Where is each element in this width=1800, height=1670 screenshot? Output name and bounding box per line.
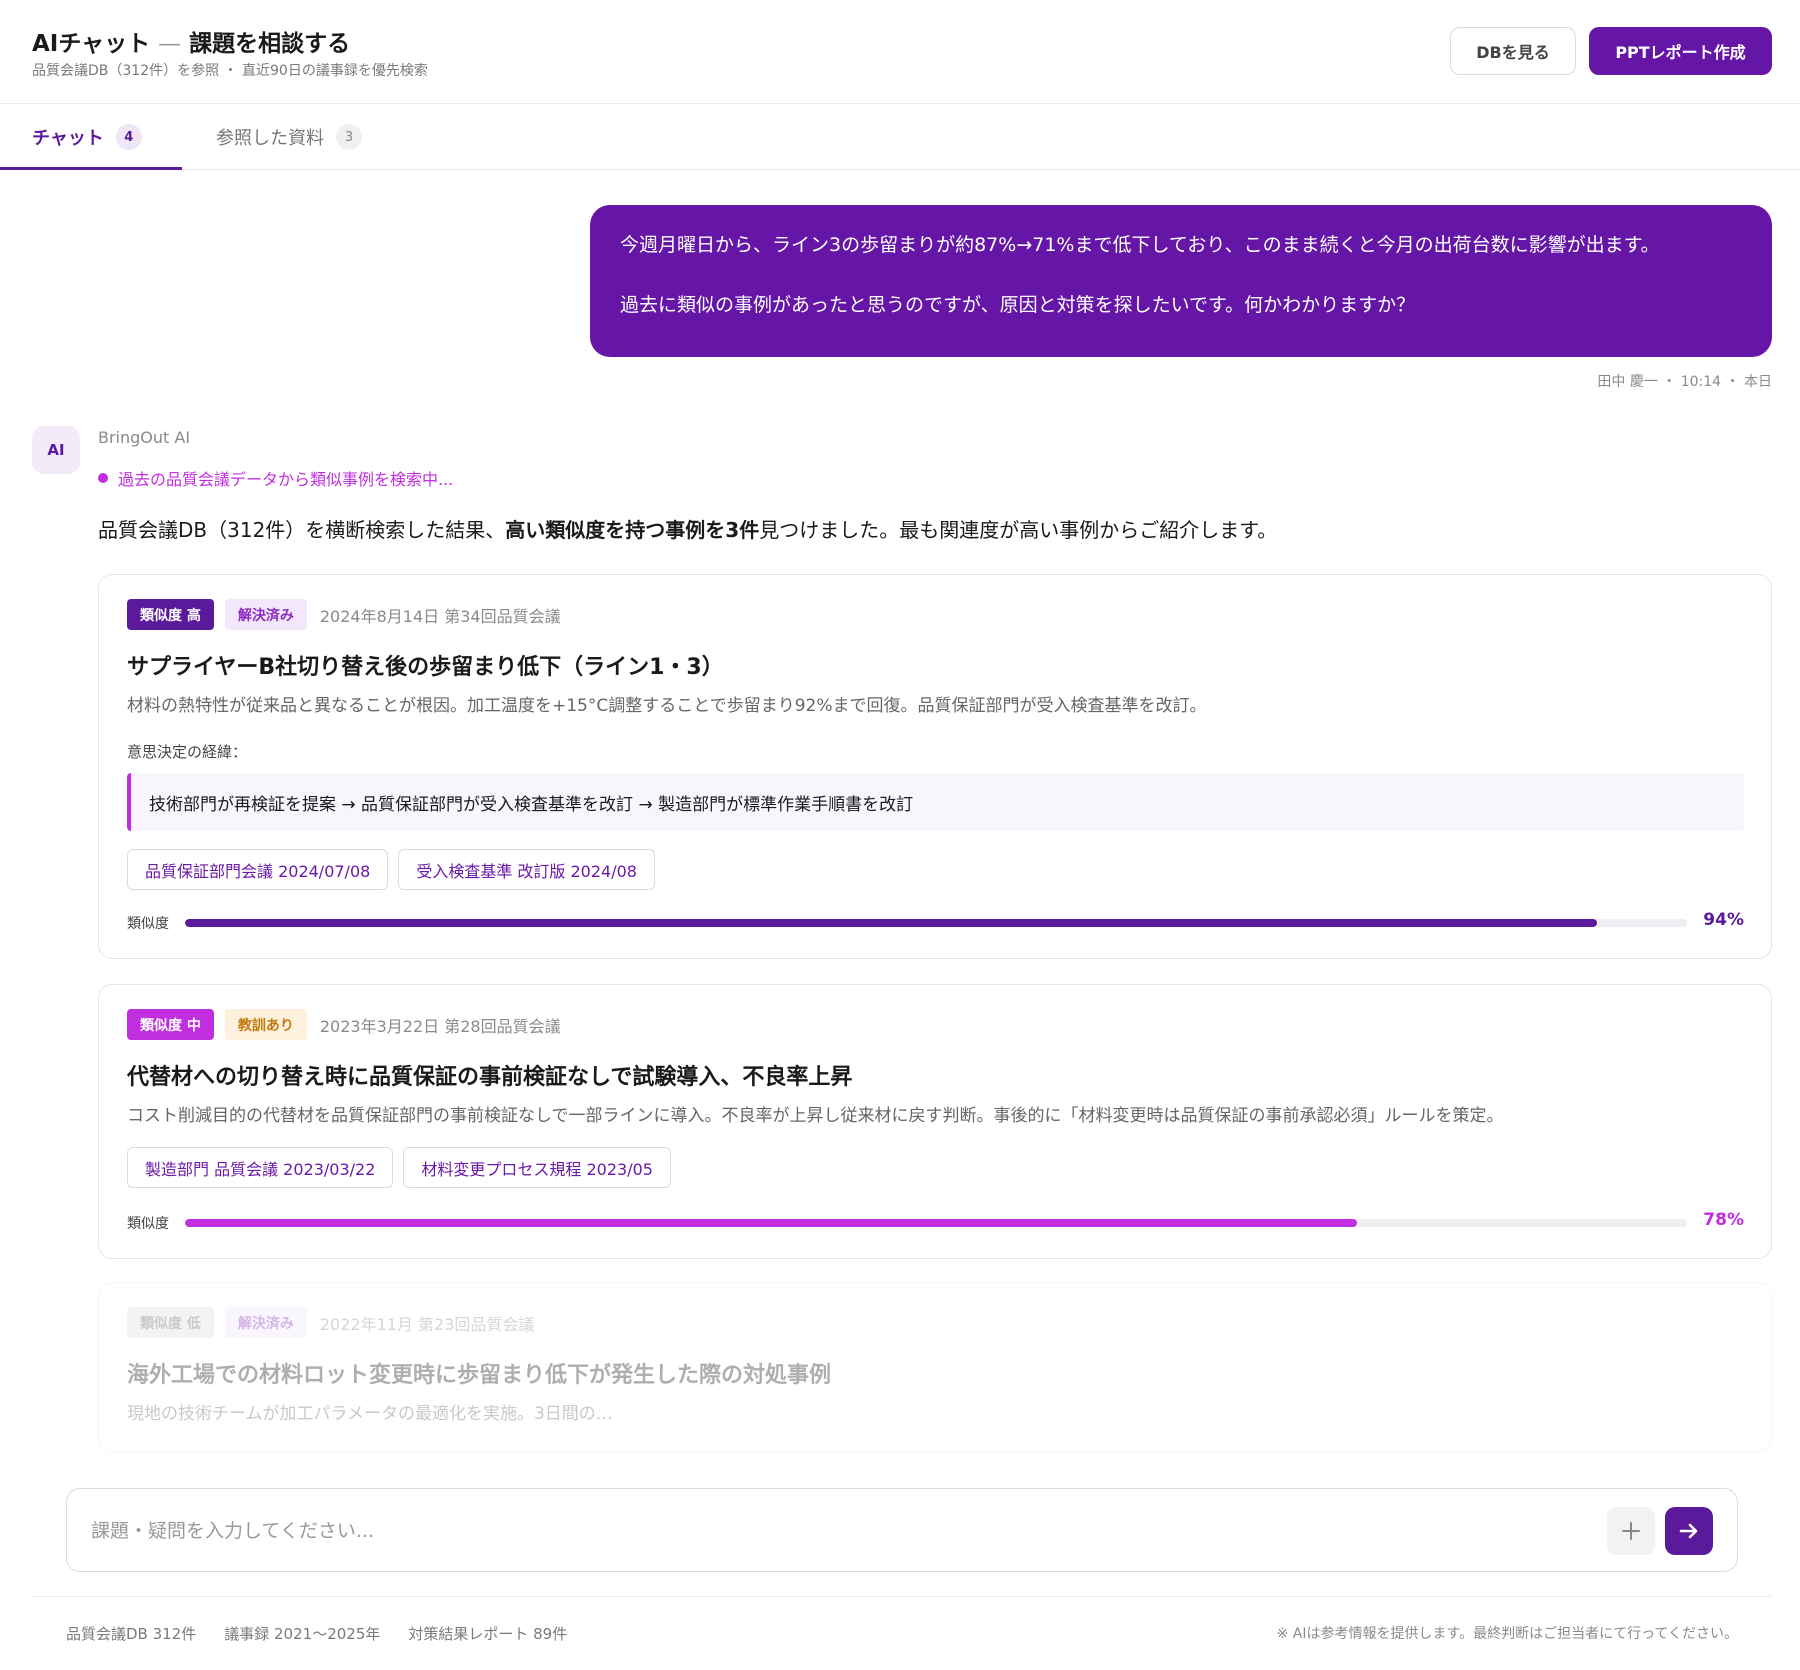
- source-chips: 製造部門 品質会議 2023/03/22 材料変更プロセス規程 2023/05: [127, 1147, 681, 1188]
- similarity-value: 78%: [1703, 1210, 1744, 1230]
- source-chips: 品質保証部門会議 2024/07/08 受入検査基準 改訂版 2024/08: [127, 849, 665, 890]
- footer-stats: 品質会議DB 312件 議事録 2021〜2025年 対策結果レポート 89件: [66, 1623, 595, 1644]
- footer-stat-db: 品質会議DB 312件: [66, 1625, 197, 1643]
- page-subtitle: 品質会議DB（312件）を参照 ・ 直近90日の議事録を優先検索: [32, 63, 428, 79]
- status-badge: 教訓あり: [224, 1009, 307, 1040]
- similarity-label: 類似度: [127, 916, 169, 932]
- case-badges: 類似度 低 解決済み 2022年11月 第23回品質会議: [127, 1307, 534, 1338]
- case-card[interactable]: 類似度 低 解決済み 2022年11月 第23回品質会議 海外工場での材料ロット…: [98, 1282, 1772, 1452]
- similarity-label: 類似度: [127, 1216, 169, 1232]
- similarity-row: 類似度 94%: [127, 910, 1744, 933]
- similarity-bar: [185, 919, 1687, 927]
- user-message-line: 今週月曜日から、ライン3の歩留まりが約87%→71%まで低下しており、このまま続…: [620, 234, 1660, 256]
- case-date: 2023年3月22日 第28回品質会議: [319, 1016, 561, 1036]
- similarity-badge: 類似度 中: [127, 1009, 214, 1040]
- status-dot-icon: [98, 473, 108, 483]
- source-chip[interactable]: 品質保証部門会議 2024/07/08: [127, 849, 389, 890]
- case-badges: 類似度 高 解決済み 2024年8月14日 第34回品質会議: [127, 599, 561, 630]
- ai-status: 過去の品質会議データから類似事例を検索中...: [98, 466, 453, 490]
- decision-label: 意思決定の経緯：: [127, 743, 248, 761]
- send-button[interactable]: [1665, 1507, 1713, 1555]
- case-badges: 類似度 中 教訓あり 2023年3月22日 第28回品質会議: [127, 1009, 561, 1040]
- title-main: AIチャット: [32, 31, 151, 57]
- user-message-bubble: 今週月曜日から、ライン3の歩留まりが約87%→71%まで低下しており、このまま続…: [590, 205, 1772, 357]
- footer-stat-minutes: 議事録 2021〜2025年: [224, 1625, 381, 1643]
- decision-flow: 技術部門が再検証を提案 → 品質保証部門が受入検査基準を改訂 → 製造部門が標準…: [127, 773, 1744, 831]
- plus-icon: [1622, 1522, 1640, 1540]
- tab-chat-label: チャット: [32, 128, 104, 149]
- page-title: AIチャット — 課題を相談する: [32, 24, 350, 58]
- tab-references-label: 参照した資料: [216, 128, 324, 149]
- footer-disclaimer: ※ AIは参考情報を提供します。最終判断はご担当者にて行ってください。: [1276, 1626, 1738, 1642]
- similarity-bar: [185, 1219, 1687, 1227]
- tab-references[interactable]: 参照した資料 3: [216, 104, 362, 170]
- similarity-bar-fill: [185, 919, 1597, 927]
- tab-chat-count: 4: [115, 124, 142, 150]
- case-title: 海外工場での材料ロット変更時に歩留まり低下が発生した際の対処事例: [127, 1363, 832, 1388]
- similarity-value: 94%: [1703, 910, 1744, 930]
- source-chip[interactable]: 製造部門 品質会議 2023/03/22: [127, 1147, 394, 1188]
- title-sub: 課題を相談する: [189, 31, 351, 57]
- case-description: 現地の技術チームが加工パラメータの最適化を実施。3日間の…: [127, 1404, 613, 1424]
- status-badge: 解決済み: [224, 599, 307, 630]
- case-description: 材料の熱特性が従来品と異なることが根因。加工温度を+15°C調整することで歩留ま…: [127, 696, 1207, 716]
- footer-stat-reports: 対策結果レポート 89件: [408, 1625, 568, 1643]
- title-separator: —: [158, 31, 182, 57]
- ai-name: BringOut AI: [98, 428, 191, 447]
- arrow-right-icon: [1679, 1523, 1698, 1539]
- active-tab-indicator: [0, 167, 182, 170]
- ai-intro-bold: 高い類似度を持つ事例を3件: [505, 518, 760, 542]
- user-message-meta: 田中 慶一 ・ 10:14 ・ 本日: [1597, 374, 1772, 390]
- chat-input-box: [66, 1488, 1738, 1572]
- similarity-badge: 類似度 高: [127, 599, 214, 630]
- source-chip[interactable]: 材料変更プロセス規程 2023/05: [403, 1147, 671, 1188]
- case-card[interactable]: 類似度 高 解決済み 2024年8月14日 第34回品質会議 サプライヤーB社切…: [98, 574, 1772, 959]
- tab-chat[interactable]: チャット 4: [32, 104, 142, 170]
- case-title: 代替材への切り替え時に品質保証の事前検証なしで試験導入、不良率上昇: [127, 1065, 853, 1090]
- case-description: コスト削減目的の代替材を品質保証部門の事前検証なしで一部ラインに導入。不良率が上…: [127, 1106, 1504, 1126]
- status-badge: 解決済み: [224, 1307, 307, 1338]
- ai-avatar: AI: [32, 426, 80, 474]
- case-card[interactable]: 類似度 中 教訓あり 2023年3月22日 第28回品質会議 代替材への切り替え…: [98, 984, 1772, 1259]
- source-chip[interactable]: 受入検査基準 改訂版 2024/08: [398, 849, 655, 890]
- case-date: 2022年11月 第23回品質会議: [319, 1314, 535, 1334]
- similarity-badge: 類似度 低: [127, 1307, 214, 1338]
- case-date: 2024年8月14日 第34回品質会議: [319, 606, 561, 626]
- ai-status-text: 過去の品質会議データから類似事例を検索中...: [118, 470, 454, 489]
- ai-intro-text: 品質会議DB（312件）を横断検索した結果、高い類似度を持つ事例を3件見つけまし…: [98, 514, 1277, 543]
- create-ppt-report-button[interactable]: PPTレポート作成: [1589, 27, 1772, 75]
- similarity-row: 類似度 78%: [127, 1210, 1744, 1233]
- attach-button[interactable]: [1607, 1507, 1655, 1555]
- ai-intro-post: 見つけました。最も関連度が高い事例からご紹介します。: [759, 518, 1278, 542]
- case-title: サプライヤーB社切り替え後の歩留まり低下（ライン1・3）: [127, 655, 724, 680]
- header: AIチャット — 課題を相談する 品質会議DB（312件）を参照 ・ 直近90日の議…: [0, 0, 1800, 104]
- chat-input[interactable]: [91, 1511, 1591, 1551]
- view-db-button[interactable]: DBを見る: [1450, 27, 1576, 75]
- tab-references-count: 3: [336, 124, 362, 150]
- footer: 品質会議DB 312件 議事録 2021〜2025年 対策結果レポート 89件 …: [32, 1596, 1772, 1670]
- ai-intro-pre: 品質会議DB（312件）を横断検索した結果、: [98, 518, 506, 542]
- similarity-bar-fill: [185, 1219, 1357, 1227]
- user-message-line: 過去に類似の事例があったと思うのですが、原因と対策を探したいです。何かわかります…: [620, 293, 1416, 316]
- tab-bar: チャット 4 参照した資料 3: [0, 104, 1800, 170]
